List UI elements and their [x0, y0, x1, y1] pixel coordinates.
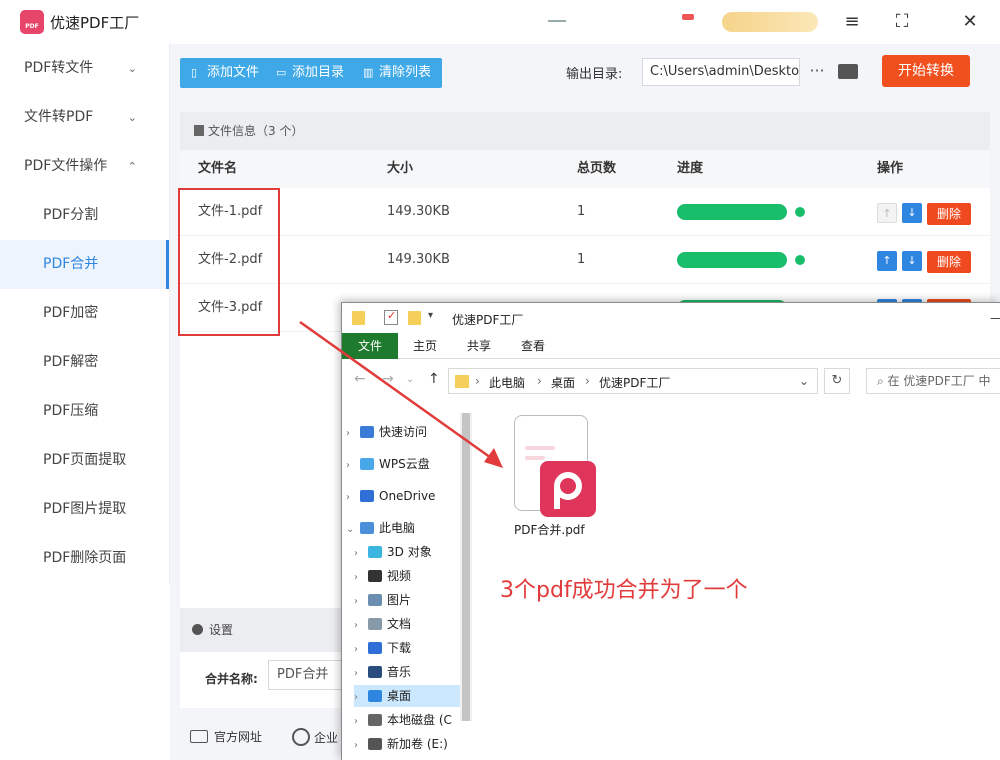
annotation-text: 3个pdf成功合并为了一个	[500, 578, 748, 603]
annotation-arrow	[299, 320, 503, 468]
